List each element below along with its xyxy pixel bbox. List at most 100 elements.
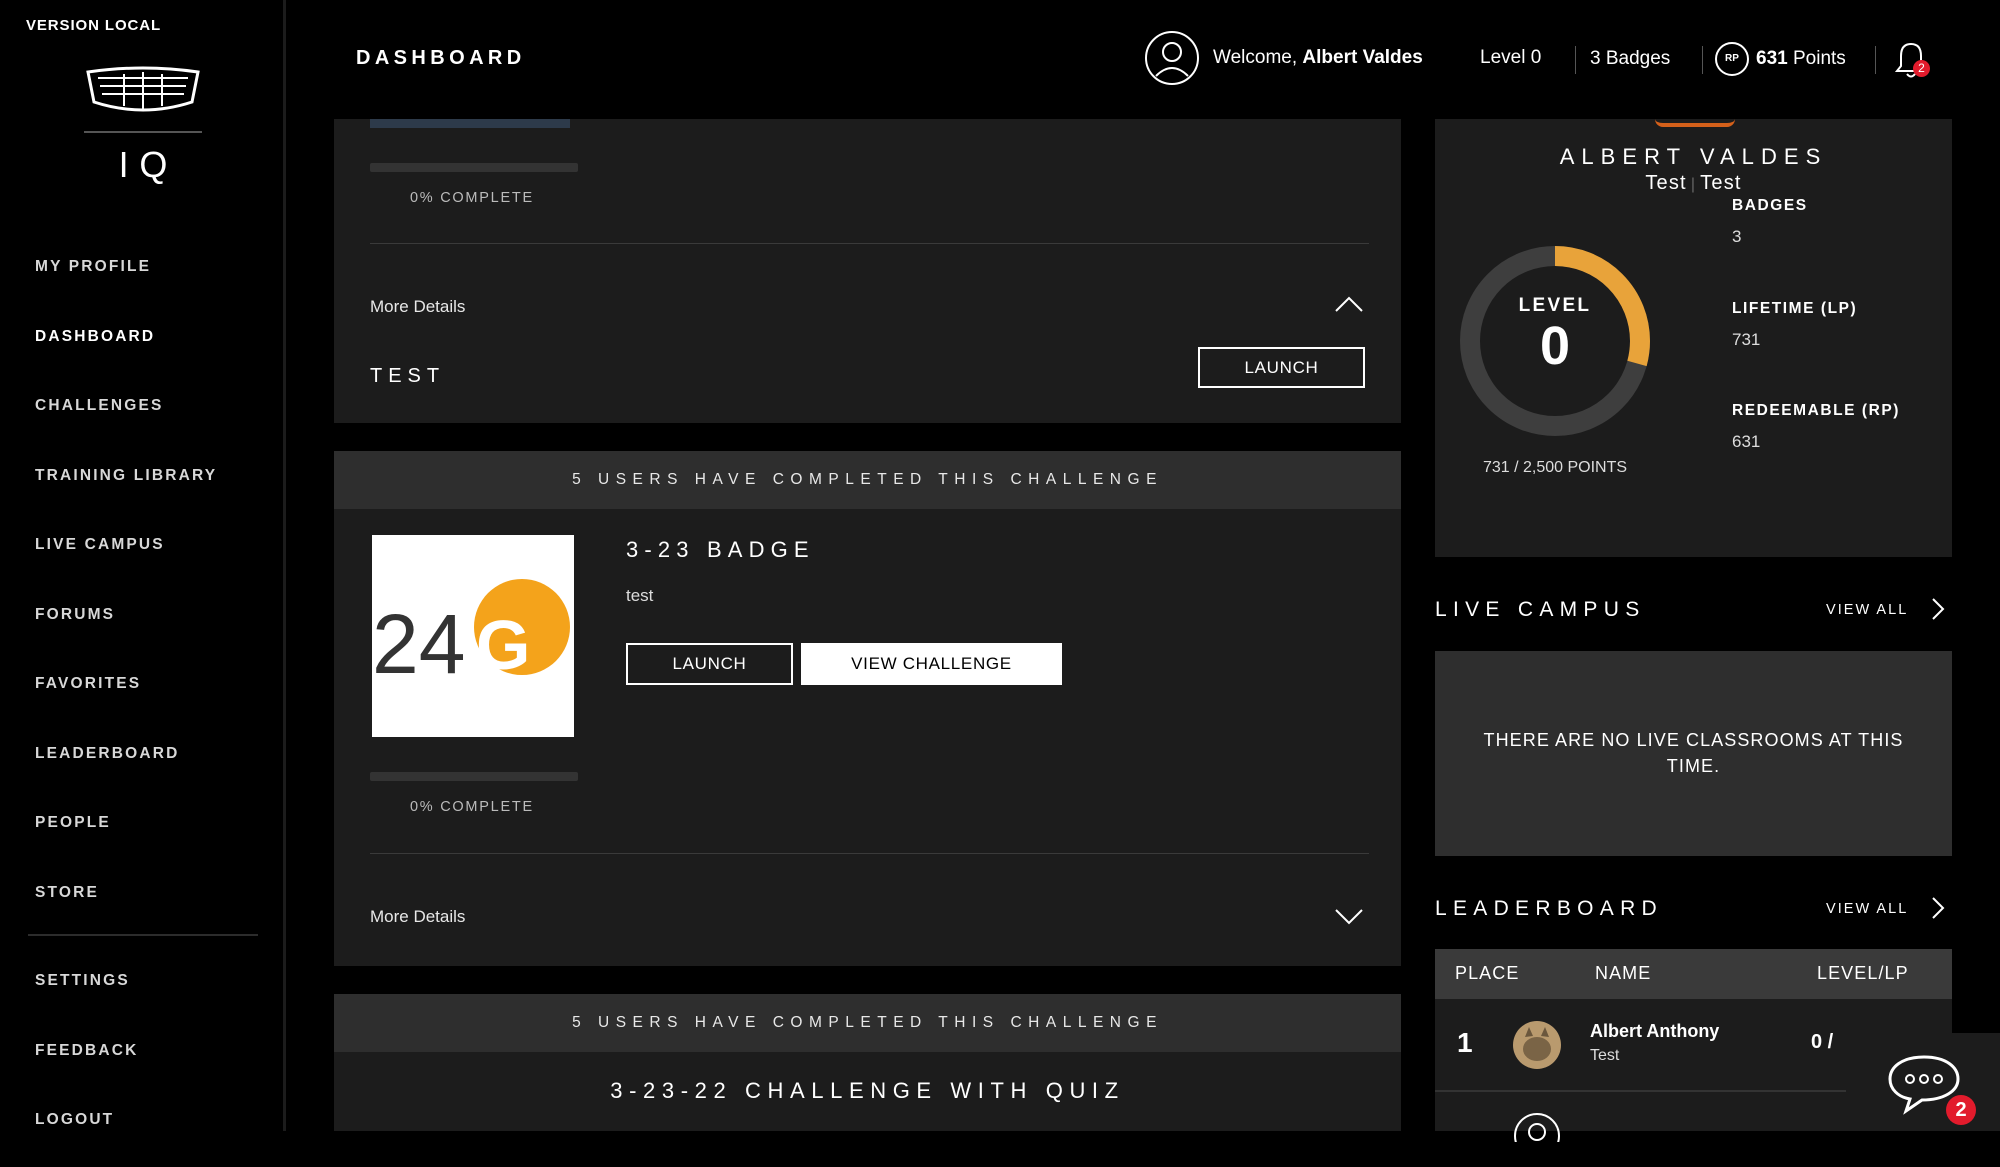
version-label: VERSION LOCAL	[26, 17, 162, 34]
live-campus-panel: THERE ARE NO LIVE CLASSROOMS AT THIS TIM…	[1435, 651, 1952, 856]
challenge-title: 3-23 BADGE	[626, 537, 815, 562]
row-place: 1	[1457, 1027, 1473, 1058]
percent-complete: 0% COMPLETE	[410, 190, 534, 206]
live-campus-view-all[interactable]: VIEW ALL	[1826, 602, 1908, 618]
rp-icon: RP	[1715, 42, 1749, 76]
nav-leaderboard[interactable]: LEADERBOARD	[35, 731, 217, 801]
profile-subtitle: Test | Test	[1435, 172, 1952, 195]
column-level-lp: LEVEL/LP	[1817, 963, 1909, 983]
row-subtitle: Test	[1590, 1047, 1620, 1064]
subtitle-separator: |	[1690, 176, 1697, 193]
row-avatar	[1514, 1113, 1560, 1142]
column-place: PLACE	[1455, 963, 1520, 983]
chat-unread-badge: 2	[1946, 1095, 1976, 1125]
primary-nav: MY PROFILE DASHBOARD CHALLENGES TRAINING…	[35, 244, 217, 939]
page-title: DASHBOARD	[356, 47, 526, 69]
header-points: 631 Points	[1756, 48, 1846, 70]
logo-text-g: G	[476, 606, 530, 684]
challenge-card-quiz: 3-23-22 CHALLENGE WITH QUIZ	[334, 1052, 1401, 1131]
badges-stat-value: 3	[1732, 227, 1742, 246]
launch-button[interactable]: LAUNCH	[1198, 347, 1365, 388]
completed-banner: 5 USERS HAVE COMPLETED THIS CHALLENGE	[334, 994, 1401, 1052]
profile-summary-card: ALBERT VALDES Test | Test LEVEL 0 731 / 2,…	[1435, 119, 1952, 557]
percent-complete: 0% COMPLETE	[410, 799, 534, 815]
row-level: 0 /	[1811, 1031, 1834, 1053]
chevron-right-icon[interactable]	[1931, 597, 1945, 621]
welcome-user-name: Albert Valdes	[1302, 47, 1423, 68]
header-divider	[1875, 46, 1876, 74]
challenge-card-badge: 24 G 3-23 BADGE test LAUNCH VIEW CHALLEN…	[334, 509, 1401, 966]
card-divider	[370, 243, 1369, 244]
profile-subtitle-left: Test	[1645, 172, 1687, 194]
header-badges: 3 Badges	[1590, 48, 1671, 69]
ring-level-value: 0	[1539, 316, 1571, 376]
completed-banner: 5 USERS HAVE COMPLETED THIS CHALLENGE	[334, 451, 1401, 509]
sidebar: VERSION LOCAL IQ MY PROFILE DASHBOARD CH…	[0, 0, 286, 1131]
lifetime-stat-label: LIFETIME (LP)	[1732, 300, 1858, 317]
row-avatar	[1513, 1021, 1561, 1069]
chevron-down-icon[interactable]	[1334, 908, 1364, 926]
points-suffix: Points	[1792, 48, 1846, 69]
nav-favorites[interactable]: FAVORITES	[35, 661, 217, 731]
iq-logo-text: IQ	[118, 144, 179, 185]
ring-level-label: LEVEL	[1518, 295, 1592, 316]
nav-forums[interactable]: FORUMS	[35, 592, 217, 662]
lifetime-stat-value: 731	[1732, 330, 1761, 349]
nav-training-library[interactable]: TRAINING LIBRARY	[35, 453, 217, 523]
chevron-up-icon[interactable]	[1334, 295, 1364, 313]
secondary-nav: SETTINGS FEEDBACK LOGOUT	[35, 958, 138, 1167]
live-campus-title: LIVE CAMPUS	[1435, 598, 1646, 621]
challenge-thumbnail	[370, 119, 570, 128]
nav-live-campus[interactable]: LIVE CAMPUS	[35, 522, 217, 592]
column-name: NAME	[1595, 963, 1652, 983]
nav-people[interactable]: PEOPLE	[35, 800, 217, 870]
view-challenge-button[interactable]: VIEW CHALLENGE	[801, 643, 1062, 685]
nav-logout[interactable]: LOGOUT	[35, 1097, 138, 1167]
row-name: Albert Anthony	[1590, 1021, 1720, 1041]
ring-points-text: 731 / 2,500 POINTS	[1482, 459, 1628, 476]
logo-text-24: 24	[372, 597, 465, 691]
live-campus-empty-message: THERE ARE NO LIVE CLASSROOMS AT THIS TIM…	[1483, 730, 1904, 776]
nav-challenges[interactable]: CHALLENGES	[35, 383, 217, 453]
notification-count-badge: 2	[1913, 60, 1930, 77]
header-divider	[1575, 46, 1576, 74]
leaderboard-title: LEADERBOARD	[1435, 897, 1664, 920]
nav-my-profile[interactable]: MY PROFILE	[35, 244, 217, 314]
nav-divider	[28, 934, 258, 936]
challenge-description: test	[626, 586, 654, 605]
cadillac-crest-logo[interactable]	[84, 66, 202, 114]
points-value: 631	[1756, 48, 1788, 69]
logo-divider	[84, 131, 202, 133]
badges-stat-label: BADGES	[1732, 197, 1808, 214]
user-avatar-icon[interactable]	[1144, 30, 1200, 86]
redeemable-stat-value: 631	[1732, 432, 1761, 451]
challenge-title: 3-23-22 CHALLENGE WITH QUIZ	[610, 1078, 1125, 1103]
redeemable-stat-label: REDEEMABLE (RP)	[1732, 402, 1900, 419]
progress-bar	[370, 772, 578, 781]
progress-bar	[370, 163, 578, 172]
nav-dashboard[interactable]: DASHBOARD	[35, 314, 217, 384]
chevron-right-icon[interactable]	[1931, 896, 1945, 920]
leaderboard-view-all[interactable]: VIEW ALL	[1826, 901, 1908, 917]
more-details-toggle[interactable]: More Details	[370, 297, 465, 317]
more-details-toggle[interactable]: More Details	[370, 907, 465, 927]
24g-logo: 24 G	[372, 579, 570, 691]
card-divider	[370, 853, 1369, 854]
top-header: DASHBOARD Welcome, Albert Valdes Level 0…	[289, 0, 2000, 119]
chat-widget[interactable]: 2	[1846, 1033, 2000, 1131]
nav-settings[interactable]: SETTINGS	[35, 958, 138, 1028]
launch-button[interactable]: LAUNCH	[626, 643, 793, 685]
welcome-text: Welcome, Albert Valdes	[1213, 47, 1423, 69]
challenge-card-test: 0% COMPLETE More Details TEST LAUNCH	[334, 119, 1401, 423]
profile-name: ALBERT VALDES	[1559, 144, 1828, 169]
header-divider	[1702, 46, 1703, 74]
profile-avatar[interactable]	[1655, 119, 1735, 127]
nav-store[interactable]: STORE	[35, 870, 217, 940]
header-level: Level 0	[1480, 47, 1542, 68]
profile-subtitle-right: Test	[1700, 172, 1742, 194]
welcome-prefix: Welcome,	[1213, 47, 1298, 68]
challenge-title: TEST	[370, 365, 446, 387]
nav-feedback[interactable]: FEEDBACK	[35, 1028, 138, 1098]
leaderboard-header: PLACE NAME LEVEL/LP	[1435, 949, 1952, 999]
challenge-badge-image: 24 G	[372, 535, 574, 737]
